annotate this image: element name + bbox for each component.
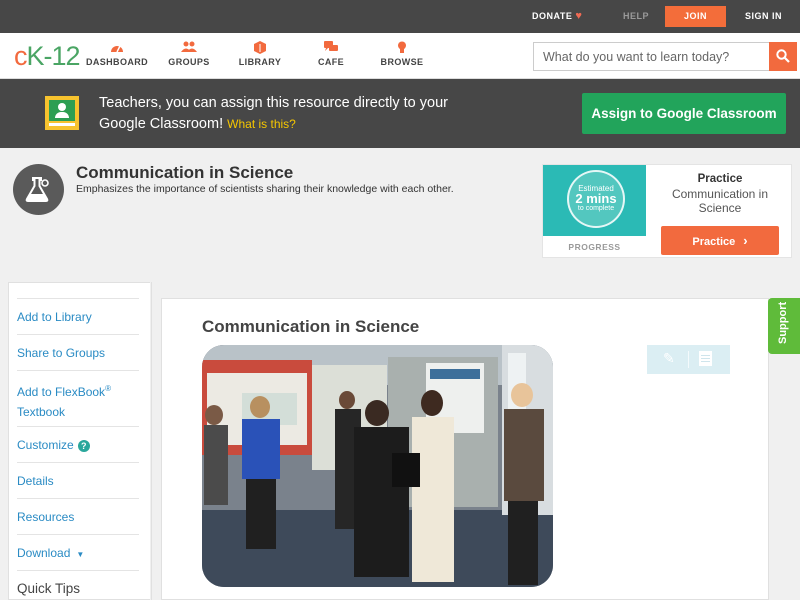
banner-message: Teachers, you can assign this resource d…	[99, 93, 459, 135]
toolbar-divider	[688, 351, 689, 368]
groups-icon	[153, 41, 225, 55]
sidebar-share-to-groups[interactable]: Share to Groups	[17, 334, 139, 363]
ck12-logo[interactable]: cK-12	[14, 41, 81, 72]
flexbook-label-2: Textbook	[17, 405, 66, 419]
join-button[interactable]: JOIN	[665, 6, 726, 27]
search-button[interactable]	[769, 42, 797, 71]
donate-link[interactable]: DONATE ♥	[532, 0, 582, 33]
nav-dashboard-label: DASHBOARD	[85, 57, 149, 67]
sidebar-download[interactable]: Download ▼	[17, 534, 139, 565]
estimate-mins: 2 mins	[575, 191, 617, 206]
registered-mark: ®	[105, 384, 111, 393]
assign-to-google-classroom-button[interactable]: Assign to Google Classroom	[582, 93, 786, 134]
practice-title: Practice	[697, 173, 743, 185]
what-is-this-link[interactable]: What is this?	[227, 117, 296, 131]
sidebar-add-to-flexbook[interactable]: Add to FlexBook® Textbook	[17, 370, 139, 422]
practice-button-label: Practice	[692, 236, 736, 248]
help-link[interactable]: HELP	[623, 0, 649, 33]
nav-groups-label: GROUPS	[168, 57, 210, 67]
browse-icon	[366, 41, 438, 55]
nav-browse[interactable]: BROWSE	[366, 41, 438, 67]
sidebar-customize[interactable]: Customize?	[17, 426, 139, 455]
page-description: Emphasizes the importance of scientists …	[76, 183, 454, 195]
scientists-poster-session-photo	[202, 345, 553, 587]
main-nav: cK-12 DASHBOARD GROUPS LIBRARY CAFE BROW…	[0, 33, 800, 79]
progress-label: PROGRESS	[568, 242, 621, 252]
signin-link[interactable]: SIGN IN	[745, 0, 782, 33]
download-label: Download	[17, 546, 71, 560]
sidebar-resources[interactable]: Resources	[17, 498, 139, 527]
help-icon[interactable]: ?	[77, 440, 90, 452]
nav-library-label: LIBRARY	[238, 57, 282, 67]
donate-label: DONATE	[532, 11, 573, 21]
sidebar: Add to Library Share to Groups Add to Fl…	[8, 282, 150, 600]
support-label: Support	[777, 301, 789, 344]
search-icon	[776, 49, 790, 63]
library-icon	[224, 41, 296, 55]
sidebar-quick-tips[interactable]: Quick Tips	[17, 570, 139, 599]
nav-dashboard[interactable]: DASHBOARD	[81, 41, 153, 67]
practice-card: Estimated 2 mins to complete PROGRESS Pr…	[542, 164, 792, 258]
content-title: Communication in Science	[202, 317, 420, 336]
logo-c: c	[14, 41, 27, 71]
estimate-to-complete: to complete	[577, 205, 615, 212]
cafe-icon	[295, 41, 367, 55]
flexbook-label: Add to FlexBook	[17, 385, 106, 399]
science-flask-icon	[13, 164, 64, 215]
estimate-badge: Estimated 2 mins to complete	[567, 170, 625, 228]
customize-label: Customize	[17, 438, 74, 452]
practice-name: Communication in Science	[671, 187, 769, 215]
logo-12: -12	[43, 41, 81, 71]
page-title: Communication in Science	[76, 163, 294, 182]
sidebar-details[interactable]: Details	[17, 462, 139, 491]
pencil-icon[interactable]: ✎	[663, 350, 675, 367]
dashboard-icon	[81, 41, 153, 55]
sidebar-add-to-library[interactable]: Add to Library	[17, 298, 139, 327]
nav-cafe-label: CAFE	[317, 57, 345, 67]
practice-estimate-tile: Estimated 2 mins to complete	[543, 165, 646, 236]
google-classroom-banner: Teachers, you can assign this resource d…	[0, 79, 800, 148]
search-input[interactable]	[533, 42, 770, 71]
heart-icon: ♥	[575, 10, 583, 22]
nav-library[interactable]: LIBRARY	[224, 41, 296, 67]
top-bar: DONATE ♥ HELP JOIN SIGN IN	[0, 0, 800, 33]
annotation-toolbar: ✎	[647, 345, 730, 374]
logo-k: K	[26, 41, 45, 71]
nav-groups[interactable]: GROUPS	[153, 41, 225, 67]
support-tab[interactable]: Support	[768, 298, 800, 354]
notes-icon[interactable]	[699, 351, 712, 366]
chevron-right-icon: ›	[743, 233, 748, 248]
nav-browse-label: BROWSE	[380, 57, 424, 67]
practice-button[interactable]: Practice ›	[661, 226, 779, 255]
caret-down-icon: ▼	[76, 550, 85, 559]
google-classroom-icon	[45, 96, 79, 130]
nav-cafe[interactable]: CAFE	[295, 41, 367, 67]
